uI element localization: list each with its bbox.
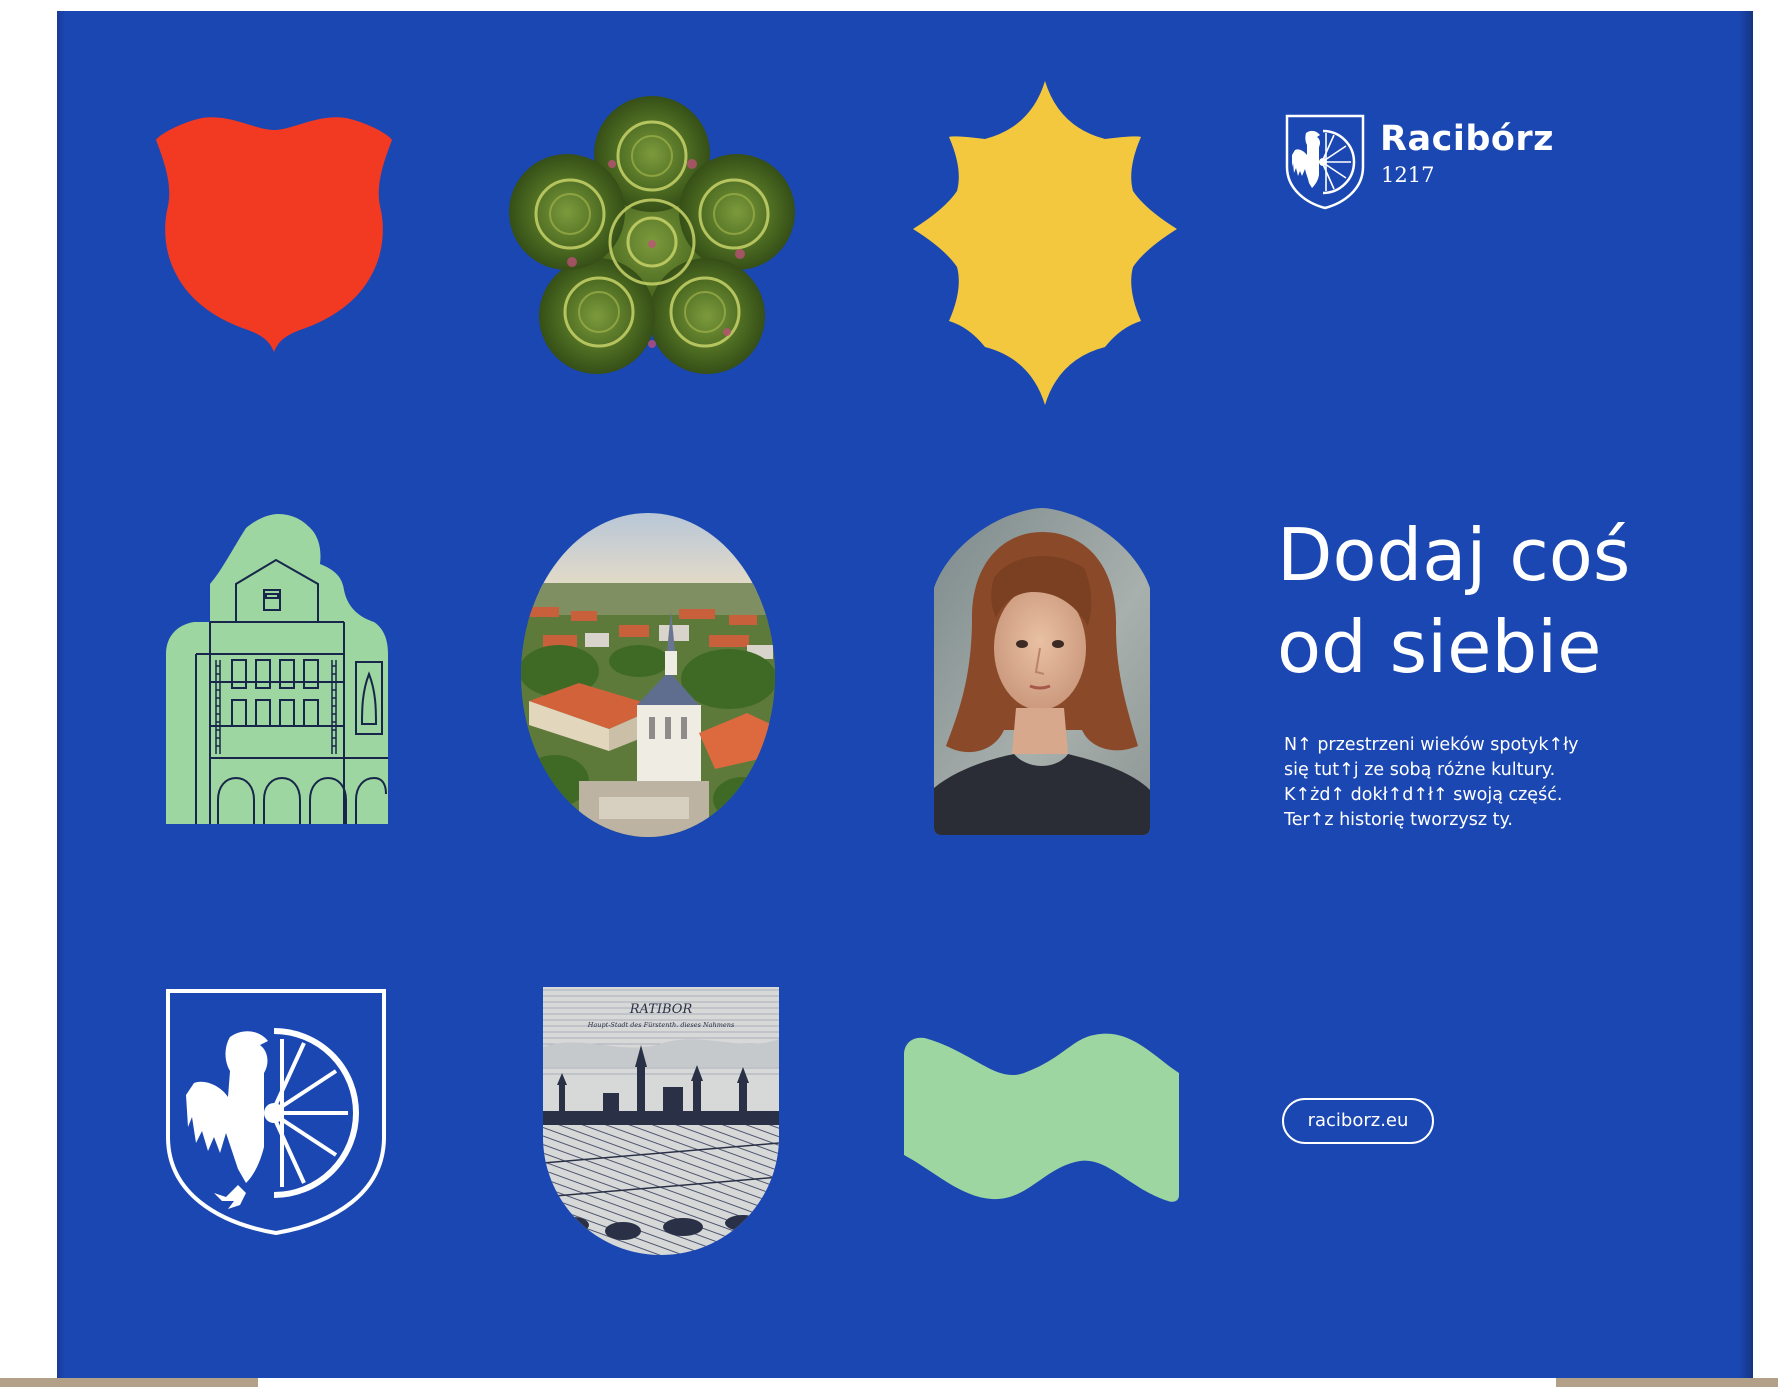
engraving-icon: RATIBOR Haupt-Stadt des Fürstenth. diese… (543, 987, 779, 1255)
billboard-stage: RATIBOR Haupt-Stadt des Fürstenth. diese… (0, 0, 1778, 1387)
body-paragraph: N↑ przestrzeni wieków spotyk↑ły się tut↑… (1284, 733, 1704, 833)
headline: Dodaj coś od siebie (1277, 509, 1747, 693)
coat-of-arms (164, 987, 388, 1237)
brand-logo[interactable]: Racibórz 1217 (1284, 113, 1584, 213)
eagle-wheel-crest-icon (1285, 114, 1365, 210)
green-wave-shape (904, 1031, 1179, 1203)
brand-name: Racibórz (1380, 119, 1555, 159)
panel-shadow-right (1739, 11, 1753, 1378)
flower-garden-icon (509, 96, 795, 374)
historic-engraving: RATIBOR Haupt-Stadt des Fürstenth. diese… (543, 987, 779, 1257)
engraving-caption-sub: Haupt-Stadt des Fürstenth. dieses Nahmen… (587, 1021, 735, 1029)
body-line-2: się tut↑j ze sobą różne kultury. (1284, 760, 1556, 780)
panel-shadow-left (57, 11, 65, 1378)
yellow-star-shape (909, 77, 1181, 409)
engraving-caption-title: RATIBOR (629, 1002, 693, 1017)
website-link-button[interactable]: raciborz.eu (1282, 1098, 1434, 1144)
portrait-icon (934, 508, 1150, 835)
headline-line-2: od siebie (1277, 605, 1602, 689)
body-line-4: Ter↑z historię tworzysz ty. (1284, 810, 1513, 830)
billboard-panel: RATIBOR Haupt-Stadt des Fürstenth. diese… (57, 11, 1753, 1378)
red-shield-shape (154, 106, 394, 356)
townhouse-icon (166, 514, 388, 824)
body-line-3: K↑żd↑ dokł↑d↑ł↑ swoją część. (1284, 785, 1563, 805)
brand-year: 1217 (1381, 163, 1435, 187)
ground-strip-right (1556, 1378, 1778, 1387)
star-burst-icon (913, 81, 1177, 405)
headline-line-1: Dodaj coś (1277, 513, 1631, 597)
green-townhouse-illustration (162, 514, 392, 826)
wave-icon (904, 1033, 1179, 1202)
garden-rosette-photo (502, 94, 802, 384)
portrait-photo (934, 508, 1150, 835)
city-photo-icon (521, 513, 775, 837)
eagle-wheel-crest-icon (166, 989, 386, 1236)
city-aerial-photo (519, 511, 777, 839)
body-line-1: N↑ przestrzeni wieków spotyk↑ły (1284, 735, 1579, 755)
shield-icon (156, 117, 392, 352)
ground-strip-left (0, 1378, 258, 1387)
